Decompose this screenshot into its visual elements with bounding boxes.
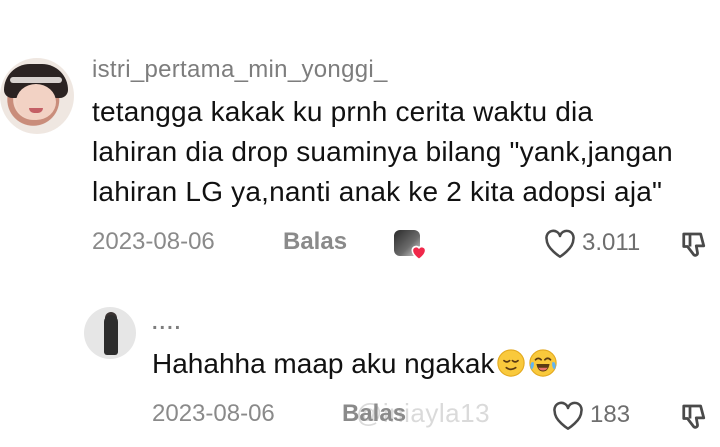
avatar-figure: [104, 315, 118, 355]
dislike-icon[interactable]: [680, 229, 710, 259]
like-button[interactable]: 3.011: [544, 226, 656, 262]
comment-date: 2023-08-06: [92, 228, 215, 255]
avatar[interactable]: [0, 58, 74, 134]
comment-date: 2023-08-06: [152, 400, 275, 427]
comment-text-line: lahiran dia drop suaminya bilang "yank,j…: [92, 136, 673, 167]
comment-username[interactable]: ....: [152, 312, 182, 335]
avatar-face: [16, 84, 56, 120]
tears-of-joy-emoji: [529, 349, 558, 377]
comment-text-line: tetangga kakak ku prnh cerita waktu dia: [92, 96, 594, 127]
avatar-headband: [10, 77, 62, 83]
like-count: 183: [590, 401, 631, 428]
comment-text: tetangga kakak ku prnh cerita waktu dia …: [92, 92, 712, 212]
comment-text-body: Hahahha maap aku ngakak: [152, 348, 495, 379]
comment-meta-row: 2023-08-06 Balas 3.011: [92, 226, 712, 262]
heart-outline-icon: [545, 229, 575, 258]
relieved-face-emoji: [497, 349, 526, 377]
like-count: 3.011: [582, 229, 641, 256]
dislike-icon[interactable]: [680, 401, 710, 431]
comment-text-line: lahiran LG ya,nanti anak ke 2 kita adops…: [92, 176, 663, 207]
heart-outline-icon: [553, 401, 583, 430]
creator-liked-badge: [394, 226, 430, 262]
comment-username[interactable]: istri_pertama_min_yonggi_: [92, 56, 388, 84]
comment-text: Hahahha maap aku ngakak: [152, 344, 558, 384]
like-button[interactable]: 183: [552, 398, 652, 434]
watermark: @iniayla13: [356, 398, 491, 428]
avatar[interactable]: [84, 307, 136, 359]
comment-item: istri_pertama_min_yonggi_ tetangga kakak…: [0, 0, 720, 290]
reply-button[interactable]: Balas: [283, 228, 347, 256]
heart-icon: [411, 245, 427, 261]
